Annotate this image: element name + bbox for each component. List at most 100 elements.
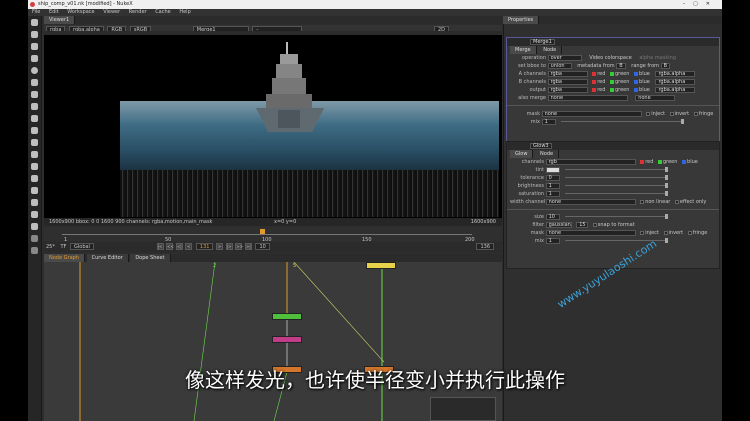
next-frame-button[interactable]: >: [216, 243, 224, 250]
node-pink[interactable]: [272, 336, 302, 343]
global-select[interactable]: Global: [70, 243, 94, 250]
width-channel-select[interactable]: none: [545, 198, 636, 205]
last-frame-button[interactable]: >|: [244, 243, 252, 250]
tf-select[interactable]: TF: [60, 244, 66, 250]
menu-viewer[interactable]: Viewer: [103, 9, 120, 15]
node-graph-minimap[interactable]: [430, 397, 496, 421]
b-blue-checkbox[interactable]: [634, 79, 639, 84]
step-field[interactable]: 10: [255, 243, 270, 250]
end-frame-field[interactable]: 136: [476, 243, 494, 250]
prev-frame-button[interactable]: <: [185, 243, 193, 250]
video-colorspace-checkbox[interactable]: Video colorspace: [589, 55, 632, 61]
set-bbox-select[interactable]: union: [547, 62, 572, 69]
b-red-checkbox[interactable]: [592, 79, 597, 84]
out-alpha-select[interactable]: rgba.alpha: [655, 86, 696, 93]
deep-tool-icon[interactable]: [31, 175, 38, 182]
next-key-button[interactable]: >>: [235, 243, 243, 250]
merge-invert-checkbox[interactable]: [669, 111, 674, 116]
alpha-masking-checkbox[interactable]: alpha masking: [639, 55, 676, 61]
b-channels-select[interactable]: rgba: [547, 78, 588, 85]
snap-to-format-checkbox[interactable]: [592, 222, 597, 227]
more-tool-icon[interactable]: [31, 247, 38, 254]
python-tool-icon[interactable]: [31, 235, 38, 242]
glow-invert-checkbox[interactable]: [663, 230, 668, 235]
menu-file[interactable]: File: [32, 9, 40, 15]
furnace-tool-icon[interactable]: [31, 211, 38, 218]
glow-fringe-checkbox[interactable]: [687, 230, 692, 235]
timeline-track[interactable]: [62, 234, 472, 235]
operation-select[interactable]: over: [547, 54, 582, 61]
tint-knob[interactable]: [665, 167, 669, 172]
views-tool-icon[interactable]: [31, 139, 38, 146]
saturation-knob[interactable]: [665, 191, 669, 196]
saturation-field[interactable]: 1: [545, 190, 560, 197]
glow-inject-checkbox[interactable]: [640, 230, 645, 235]
b-green-checkbox[interactable]: [609, 79, 614, 84]
tab-node-graph[interactable]: Node Graph: [44, 254, 85, 262]
current-frame-field[interactable]: 131: [195, 243, 214, 250]
menu-edit[interactable]: Edit: [49, 9, 59, 15]
merge-mix-field[interactable]: 1: [541, 118, 556, 125]
tab-viewer1[interactable]: Viewer1: [44, 16, 76, 24]
tolerance-slider[interactable]: [565, 177, 666, 178]
glow-mix-knob[interactable]: [665, 238, 669, 243]
glow-channels-select[interactable]: rgb: [545, 158, 636, 165]
fps-field[interactable]: 25*: [46, 244, 55, 250]
metadata-tool-icon[interactable]: [31, 151, 38, 158]
saturation-slider[interactable]: [565, 193, 666, 194]
tint-slider[interactable]: [565, 169, 666, 170]
merge-inject-checkbox[interactable]: [646, 111, 651, 116]
tab-properties[interactable]: Properties: [503, 16, 540, 24]
brightness-slider[interactable]: [565, 185, 666, 186]
range-select[interactable]: B: [660, 62, 671, 69]
glow-blue-checkbox[interactable]: [682, 159, 687, 164]
size-knob[interactable]: [665, 214, 669, 219]
tab-glow-node[interactable]: Node: [535, 150, 560, 158]
out-blue-checkbox[interactable]: [634, 87, 639, 92]
window-controls[interactable]: –▢✕: [683, 0, 718, 9]
tab-dope-sheet[interactable]: Dope Sheet: [130, 254, 171, 262]
also-merge-select-2[interactable]: none: [635, 94, 676, 101]
a-blue-checkbox[interactable]: [634, 71, 639, 76]
toolsets-tool-icon[interactable]: [31, 187, 38, 194]
particles-tool-icon[interactable]: [31, 163, 38, 170]
time-tool-icon[interactable]: [31, 43, 38, 50]
tab-merge[interactable]: Merge: [510, 46, 537, 54]
3d-tool-icon[interactable]: [31, 127, 38, 134]
keyer-tool-icon[interactable]: [31, 91, 38, 98]
transform-tool-icon[interactable]: [31, 115, 38, 122]
tolerance-field[interactable]: 0: [545, 174, 560, 181]
glow-red-checkbox[interactable]: [640, 159, 645, 164]
color-tool-icon[interactable]: [31, 67, 38, 74]
size-slider[interactable]: [565, 216, 666, 217]
also-merge-select[interactable]: none: [547, 94, 628, 101]
node-green-glow[interactable]: [272, 313, 302, 320]
brightness-field[interactable]: 1: [545, 182, 560, 189]
a-red-checkbox[interactable]: [592, 71, 597, 76]
menu-tool-icon[interactable]: [31, 223, 38, 230]
tolerance-knob[interactable]: [665, 175, 669, 180]
other-tool-icon[interactable]: [31, 199, 38, 206]
glow-node-name[interactable]: Glow3: [530, 142, 552, 149]
brightness-knob[interactable]: [665, 183, 669, 188]
tab-merge-node[interactable]: Node: [538, 46, 563, 54]
out-green-checkbox[interactable]: [609, 87, 614, 92]
menu-render[interactable]: Render: [129, 9, 147, 15]
tint-swatch[interactable]: [545, 166, 560, 173]
image-tool-icon[interactable]: [31, 19, 38, 26]
menu-help[interactable]: Help: [179, 9, 190, 15]
merge-mask-select[interactable]: none: [541, 110, 642, 117]
playhead[interactable]: [260, 229, 265, 234]
effect-only-checkbox[interactable]: [674, 199, 679, 204]
output-select[interactable]: rgba: [547, 86, 588, 93]
filter-tool-icon[interactable]: [31, 79, 38, 86]
merge-fringe-checkbox[interactable]: [693, 111, 698, 116]
filter-select[interactable]: gaussian: [545, 221, 572, 228]
out-red-checkbox[interactable]: [592, 87, 597, 92]
a-channels-select[interactable]: rgba: [547, 70, 588, 77]
channel-tool-icon[interactable]: [31, 55, 38, 62]
merge-mix-slider[interactable]: [561, 121, 682, 122]
menu-workspace[interactable]: Workspace: [67, 9, 94, 15]
filter-quality-field[interactable]: 15: [576, 221, 589, 228]
glow-mask-select[interactable]: none: [545, 229, 636, 236]
